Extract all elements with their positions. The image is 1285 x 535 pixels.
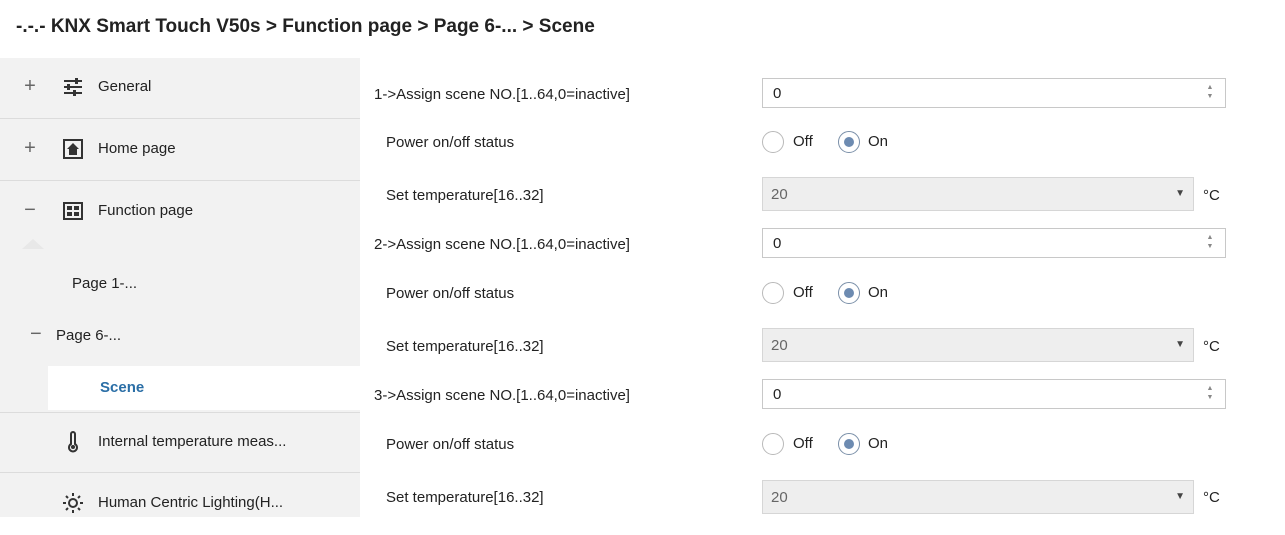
grid-icon — [62, 200, 84, 222]
set-temperature-select[interactable]: 20 ▼ — [762, 328, 1194, 362]
title-bar: -.-.- KNX Smart Touch V50s > Function pa… — [0, 0, 1285, 56]
off-label: Off — [793, 435, 813, 452]
power-status-label: Power on/off status — [386, 436, 515, 453]
set-temperature-value: 20 — [771, 186, 788, 203]
on-label: On — [868, 284, 889, 301]
off-label: Off — [793, 284, 813, 301]
sidebar-item-page-6[interactable]: − Page 6-... — [0, 314, 360, 358]
collapse-icon[interactable]: − — [30, 324, 42, 344]
home-icon — [62, 138, 84, 160]
set-temperature-select[interactable]: 20 ▼ — [762, 177, 1194, 211]
sidebar-item-page-1[interactable]: Page 1-... — [0, 262, 360, 306]
spin-arrows-icon[interactable]: ▲ ▼ — [1205, 83, 1215, 101]
sidebar-item-scene[interactable]: Scene — [48, 366, 360, 410]
set-temperature-select[interactable]: 20 ▼ — [762, 480, 1194, 514]
expand-icon[interactable]: + — [22, 138, 38, 158]
power-status-label: Power on/off status — [386, 285, 515, 302]
sidebar-item-human-centric-lighting[interactable]: Human Centric Lighting(H... — [0, 474, 360, 535]
sidebar-item-label: General — [98, 78, 152, 95]
temperature-unit: °C — [1203, 489, 1220, 506]
sliders-icon — [62, 76, 84, 98]
on-radio[interactable] — [838, 131, 860, 153]
assign-scene-spinbox[interactable]: 0 ▲ ▼ — [762, 379, 1226, 409]
assign-scene-label: 2->Assign scene NO.[1..64,0=inactive] — [374, 236, 630, 253]
sidebar: + General + Home page − Function page Pa… — [0, 58, 360, 517]
spin-arrows-icon[interactable]: ▲ ▼ — [1205, 384, 1215, 402]
off-radio[interactable] — [762, 433, 784, 455]
on-radio[interactable] — [838, 282, 860, 304]
sidebar-item-label: Page 6-... — [56, 327, 122, 344]
tree-pointer-icon — [22, 239, 44, 249]
assign-scene-value: 0 — [773, 386, 782, 403]
assign-scene-value: 0 — [773, 235, 782, 252]
sidebar-item-label: Human Centric Lighting(H... — [98, 494, 284, 511]
assign-scene-spinbox[interactable]: 0 ▲ ▼ — [762, 228, 1226, 258]
assign-scene-label: 1->Assign scene NO.[1..64,0=inactive] — [374, 86, 630, 103]
assign-scene-spinbox[interactable]: 0 ▲ ▼ — [762, 78, 1226, 108]
sidebar-item-label: Home page — [98, 140, 176, 157]
on-label: On — [868, 435, 889, 452]
sidebar-item-label: Scene — [100, 379, 145, 396]
on-radio[interactable] — [838, 433, 860, 455]
expand-icon[interactable]: + — [22, 76, 38, 96]
sidebar-item-general[interactable]: + General — [0, 58, 360, 119]
chevron-down-icon: ▼ — [1175, 339, 1185, 350]
temperature-unit: °C — [1203, 338, 1220, 355]
temperature-unit: °C — [1203, 187, 1220, 204]
sidebar-item-home-page[interactable]: + Home page — [0, 120, 360, 181]
breadcrumb: -.-.- KNX Smart Touch V50s > Function pa… — [16, 16, 595, 37]
off-radio[interactable] — [762, 282, 784, 304]
set-temperature-label: Set temperature[16..32] — [386, 489, 544, 506]
set-temperature-label: Set temperature[16..32] — [386, 338, 544, 355]
collapse-icon[interactable]: − — [22, 200, 38, 220]
set-temperature-value: 20 — [771, 337, 788, 354]
sidebar-item-label: Page 1-... — [72, 275, 138, 292]
spin-arrows-icon[interactable]: ▲ ▼ — [1205, 233, 1215, 251]
sidebar-item-label: Internal temperature meas... — [98, 433, 287, 450]
chevron-down-icon: ▼ — [1175, 188, 1185, 199]
chevron-down-icon: ▼ — [1175, 491, 1185, 502]
assign-scene-label: 3->Assign scene NO.[1..64,0=inactive] — [374, 387, 630, 404]
off-label: Off — [793, 133, 813, 150]
set-temperature-value: 20 — [771, 489, 788, 506]
sidebar-item-internal-temperature[interactable]: Internal temperature meas... — [0, 412, 360, 473]
sidebar-item-function-page[interactable]: − Function page — [0, 182, 360, 243]
sidebar-item-label: Function page — [98, 202, 194, 219]
off-radio[interactable] — [762, 131, 784, 153]
thermometer-icon — [62, 431, 84, 453]
power-status-label: Power on/off status — [386, 134, 515, 151]
on-label: On — [868, 133, 889, 150]
set-temperature-label: Set temperature[16..32] — [386, 187, 544, 204]
sun-icon — [62, 492, 84, 514]
assign-scene-value: 0 — [773, 85, 782, 102]
